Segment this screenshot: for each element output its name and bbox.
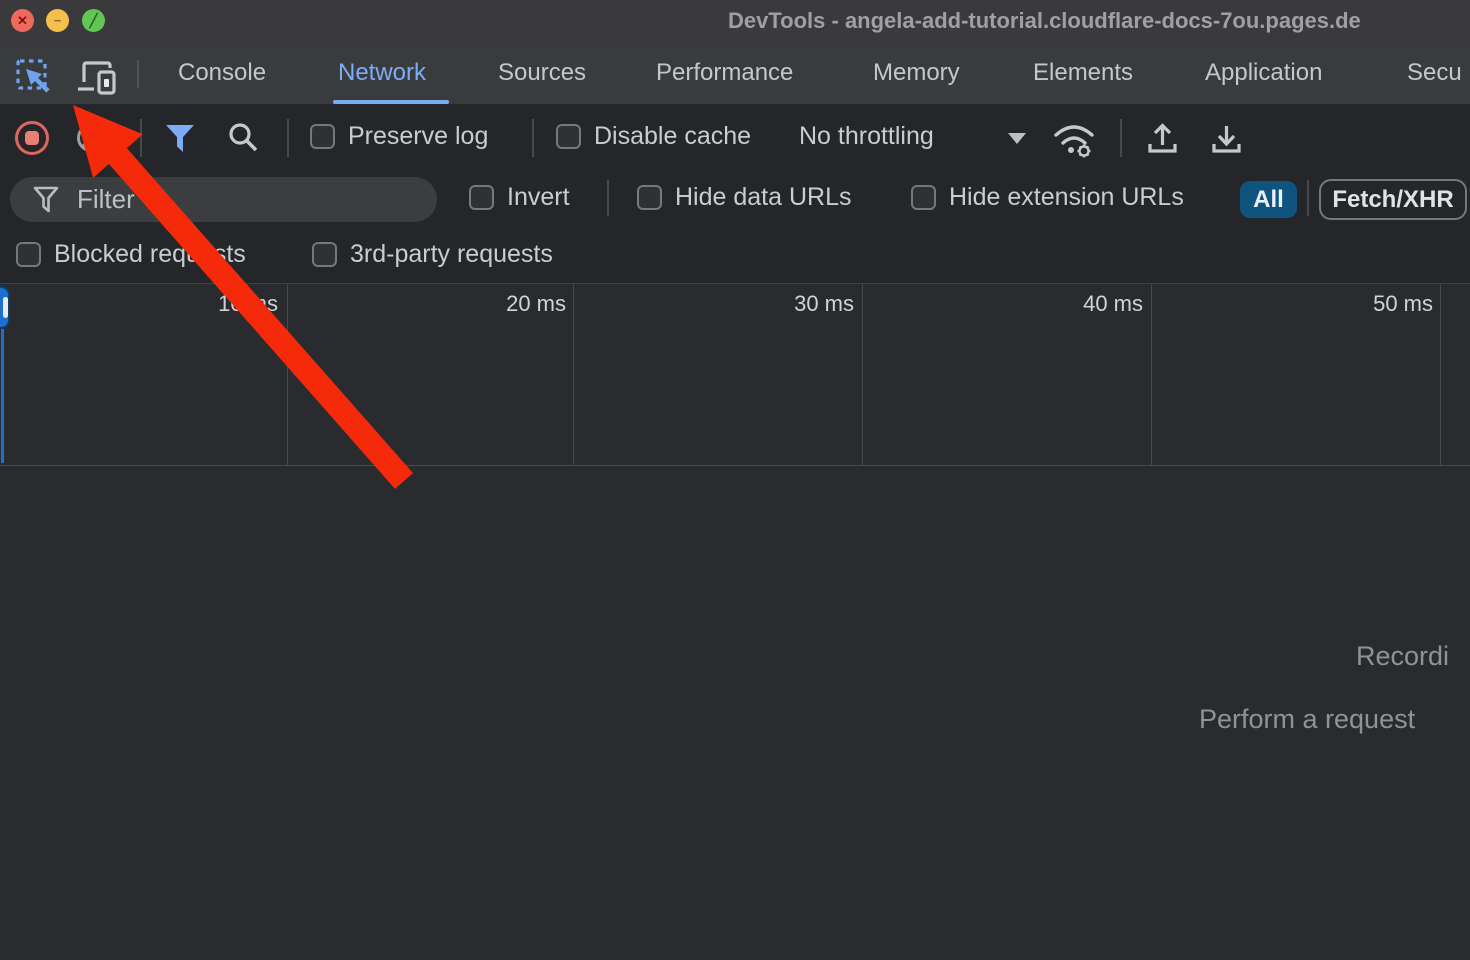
checkbox-label: Hide data URLs	[675, 183, 851, 212]
export-har-icon	[1209, 121, 1244, 156]
tab-console[interactable]: Console	[178, 42, 266, 104]
empty-state-recording-text: Recordi	[1356, 641, 1449, 672]
overview-window-left-handle[interactable]	[0, 286, 10, 329]
toolbar-separator	[140, 119, 142, 157]
timeline-tick-label: 50 ms	[1313, 291, 1433, 317]
clear-icon	[76, 123, 106, 153]
filter-input-placeholder: Filter	[77, 177, 135, 222]
checkbox-box	[16, 242, 41, 267]
timeline-gridline	[287, 284, 288, 465]
requests-panel: Recordi Perform a request	[0, 466, 1470, 960]
clear-network-log-button[interactable]	[76, 123, 106, 153]
tab-memory[interactable]: Memory	[873, 42, 960, 104]
minimize-window-button[interactable]: −	[46, 9, 69, 32]
timeline-gridline	[862, 284, 863, 465]
toolbar-separator	[1120, 119, 1122, 157]
preserve-log-checkbox[interactable]: Preserve log	[310, 104, 488, 168]
checkbox-box	[556, 124, 581, 149]
toolbar-separator	[532, 119, 534, 157]
export-har-button[interactable]	[1209, 121, 1244, 156]
timeline-tick-label: 30 ms	[734, 291, 854, 317]
filter-input-funnel-icon	[33, 186, 59, 213]
blocked-requests-checkbox[interactable]: Blocked requests	[16, 226, 246, 283]
checkbox-box	[911, 185, 936, 210]
checkbox-label: Invert	[507, 183, 570, 212]
import-har-icon	[1145, 121, 1180, 156]
timeline-gridline	[573, 284, 574, 465]
tab-elements[interactable]: Elements	[1033, 42, 1133, 104]
checkbox-label: 3rd-party requests	[350, 240, 553, 269]
network-conditions-button[interactable]	[1052, 118, 1098, 160]
invert-checkbox[interactable]: Invert	[469, 168, 570, 226]
filter-input[interactable]	[10, 177, 437, 222]
network-overview-timeline[interactable]: 10 ms 20 ms 30 ms 40 ms 50 ms	[0, 284, 1470, 467]
checkbox-box	[637, 185, 662, 210]
tab-security[interactable]: Secu	[1407, 42, 1462, 104]
checkbox-label: Blocked requests	[54, 240, 246, 269]
third-party-requests-checkbox[interactable]: 3rd-party requests	[312, 226, 553, 283]
device-toolbar-icon[interactable]	[76, 60, 120, 96]
timeline-tick-label: 20 ms	[446, 291, 566, 317]
tabstrip-separator	[137, 60, 139, 88]
checkbox-box	[469, 185, 494, 210]
checkbox-label: Hide extension URLs	[949, 183, 1184, 212]
record-network-log-button[interactable]	[15, 121, 49, 155]
filter-row-separator	[607, 180, 609, 216]
search-button[interactable]	[228, 122, 259, 153]
toolbar-separator	[287, 119, 289, 157]
import-har-button[interactable]	[1145, 121, 1180, 156]
hide-data-urls-checkbox[interactable]: Hide data URLs	[637, 168, 851, 226]
tab-network[interactable]: Network	[338, 42, 426, 104]
checkbox-box	[312, 242, 337, 267]
timeline-tick-label: 10 ms	[158, 291, 278, 317]
checkbox-box	[310, 124, 335, 149]
filter-row-separator	[1307, 180, 1309, 216]
record-icon	[25, 131, 39, 145]
inspect-icon[interactable]	[15, 58, 53, 96]
dropdown-caret-icon[interactable]	[1008, 133, 1026, 144]
throttling-select[interactable]: No throttling	[799, 104, 934, 168]
handle-grip	[3, 297, 8, 318]
close-window-button[interactable]: ✕	[11, 9, 34, 32]
filter-funnel-icon	[165, 124, 195, 153]
tab-sources[interactable]: Sources	[498, 42, 586, 104]
empty-state-hint-text: Perform a request	[1199, 704, 1415, 735]
disable-cache-checkbox[interactable]: Disable cache	[556, 104, 751, 168]
overview-window-left-edge	[1, 329, 4, 463]
request-type-fetch-xhr-button[interactable]: Fetch/XHR	[1319, 179, 1467, 220]
tab-application[interactable]: Application	[1205, 42, 1322, 104]
tab-performance[interactable]: Performance	[656, 42, 793, 104]
request-type-all-button[interactable]: All	[1240, 181, 1297, 218]
timeline-tick-label: 40 ms	[1023, 291, 1143, 317]
active-tab-underline	[333, 100, 449, 104]
search-icon	[228, 122, 259, 153]
zoom-window-button[interactable]: ╱	[82, 9, 105, 32]
titlebar: ✕ − ╱ DevTools - angela-add-tutorial.clo…	[0, 0, 1470, 43]
timeline-gridline	[1440, 284, 1441, 465]
checkbox-label: Disable cache	[594, 122, 751, 151]
filter-toggle-button[interactable]	[165, 124, 195, 153]
checkbox-label: Preserve log	[348, 122, 488, 151]
window-title: DevTools - angela-add-tutorial.cloudflar…	[728, 0, 1361, 42]
timeline-gridline	[1151, 284, 1152, 465]
devtools-window: ✕ − ╱ DevTools - angela-add-tutorial.clo…	[0, 0, 1470, 960]
network-conditions-icon	[1052, 118, 1098, 160]
devtools-tabstrip: Console Network Sources Performance Memo…	[0, 42, 1470, 104]
hide-extension-urls-checkbox[interactable]: Hide extension URLs	[911, 168, 1184, 226]
